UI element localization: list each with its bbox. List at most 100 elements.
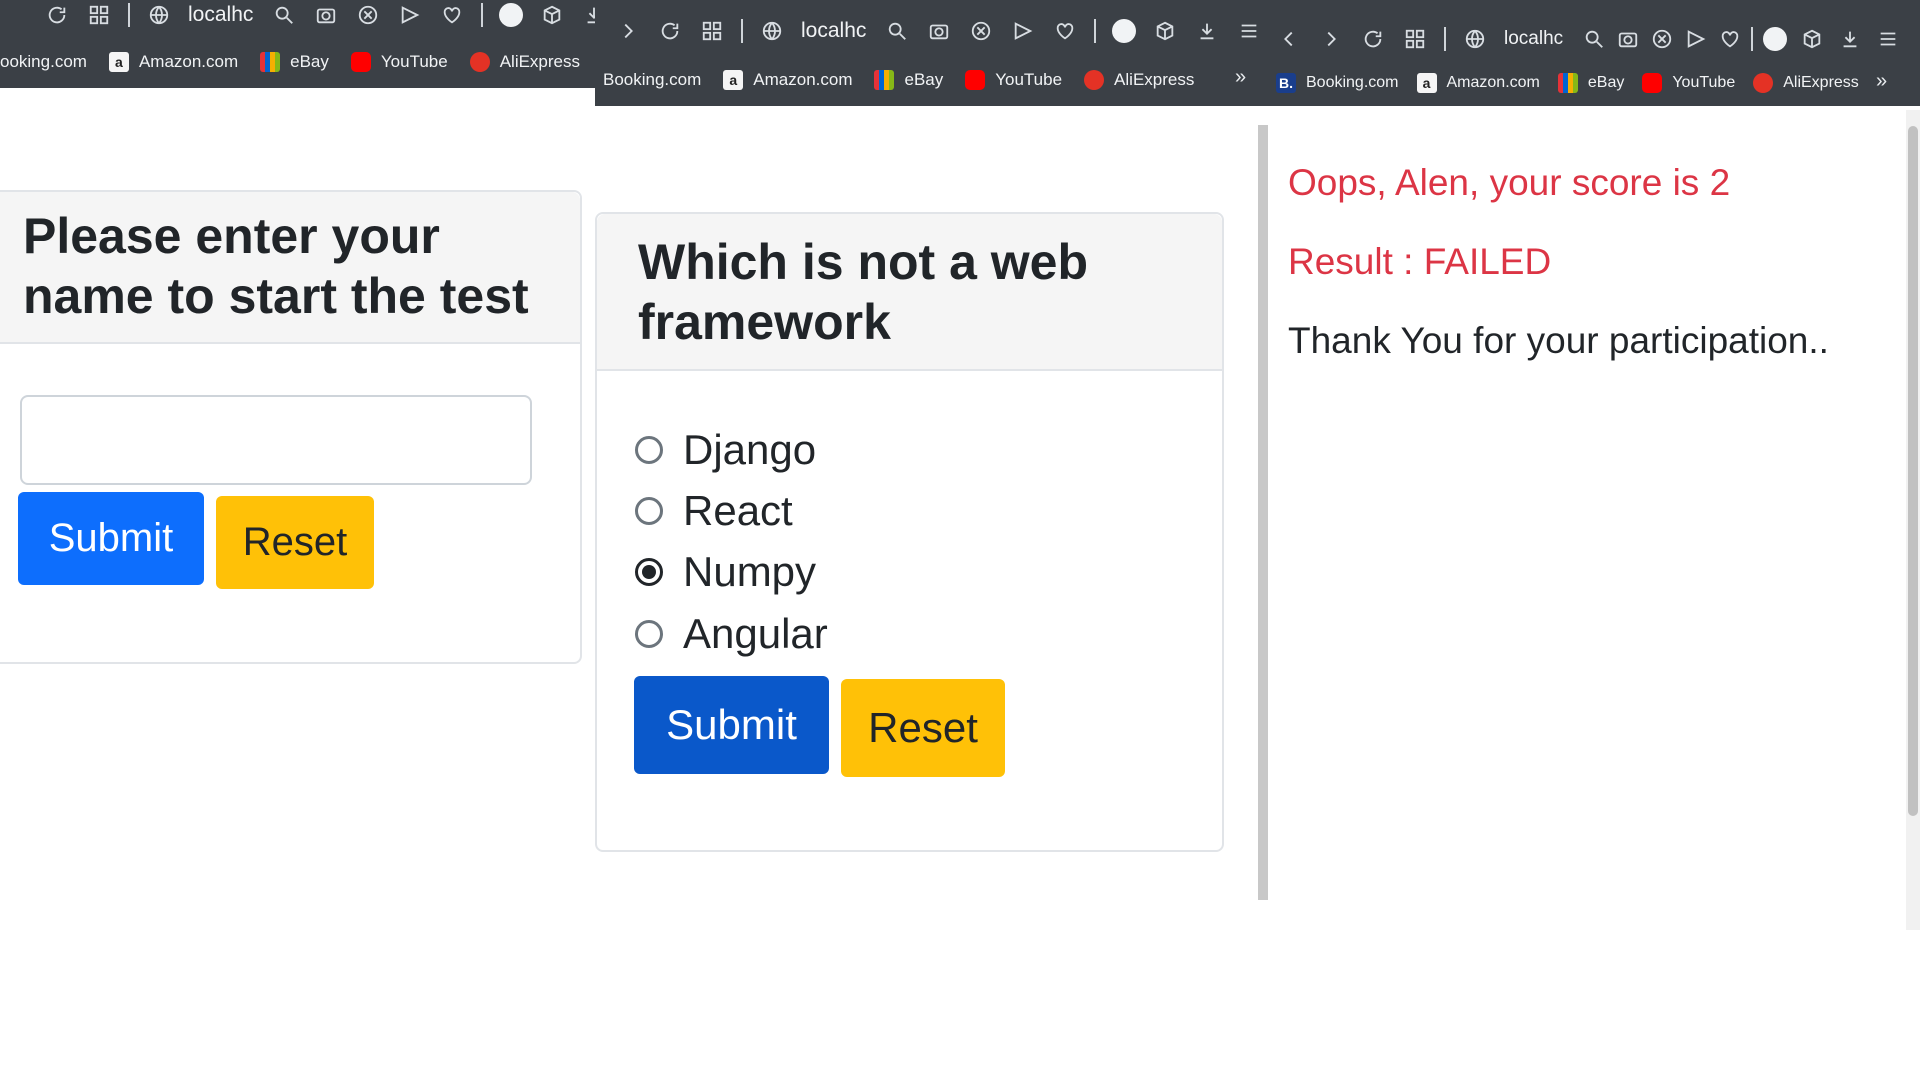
address-bar[interactable]: localhc [188, 3, 253, 27]
toolbar-separator [1751, 27, 1754, 51]
vpn-icon[interactable] [1763, 27, 1788, 51]
option-angular[interactable]: Angular [635, 610, 828, 658]
ebay-icon [874, 70, 895, 90]
camera-icon[interactable] [1615, 26, 1641, 52]
option-react[interactable]: React [635, 487, 793, 535]
question-card: Which is not a web framework Django Reac… [595, 212, 1224, 852]
address-bar[interactable]: localhc [1504, 28, 1563, 50]
ebay-icon [260, 52, 281, 72]
browser-window-question: localhc Booking.com a Amazon.com eBay You… [595, 0, 1272, 1080]
bookmark-aliexpress[interactable]: AliExpress [1753, 73, 1859, 93]
block-icon[interactable] [968, 18, 994, 44]
card-header: Please enter your name to start the test [0, 192, 580, 344]
aliexpress-icon [1084, 70, 1105, 90]
tabs-grid-icon[interactable] [1402, 26, 1428, 52]
send-icon[interactable] [397, 2, 423, 28]
reset-button[interactable]: Reset [841, 679, 1005, 777]
radio-button[interactable] [635, 436, 663, 464]
scrollbar[interactable] [1258, 125, 1268, 900]
radio-button[interactable] [635, 497, 663, 525]
option-label: Django [683, 426, 817, 473]
reset-button[interactable]: Reset [216, 496, 374, 589]
forward-icon[interactable] [615, 18, 641, 44]
bookmark-youtube[interactable]: YouTube [965, 70, 1062, 90]
option-label: Angular [683, 610, 828, 657]
browser-window-name-entry: localhc ooking.com a Amazon.com eBay YouT… [0, 0, 595, 1080]
bookmark-amazon[interactable]: a Amazon.com [108, 52, 239, 72]
scrollbar[interactable] [1906, 110, 1920, 930]
cube-icon[interactable] [539, 2, 565, 28]
menu-icon[interactable] [1875, 26, 1901, 52]
zoom-icon[interactable] [884, 18, 910, 44]
globe-icon [1462, 26, 1488, 52]
reload-icon[interactable] [657, 18, 683, 44]
radio-button[interactable] [635, 620, 663, 648]
zoom-icon[interactable] [1581, 26, 1607, 52]
address-bar[interactable]: localhc [801, 19, 866, 43]
download-icon[interactable] [581, 2, 595, 28]
send-icon[interactable] [1010, 18, 1036, 44]
heart-icon[interactable] [1052, 18, 1078, 44]
camera-icon[interactable] [926, 18, 952, 44]
card-header: Which is not a web framework [597, 214, 1222, 371]
bookmark-amazon[interactable]: a Amazon.com [1416, 73, 1540, 93]
tabs-grid-icon[interactable] [699, 18, 725, 44]
heart-icon[interactable] [1717, 26, 1743, 52]
vpn-icon[interactable] [499, 3, 524, 27]
option-numpy[interactable]: Numpy [635, 548, 816, 596]
block-icon[interactable] [355, 2, 381, 28]
scrollbar-thumb[interactable] [1908, 126, 1918, 816]
back-icon[interactable] [1276, 26, 1302, 52]
menu-icon[interactable] [1236, 18, 1262, 44]
bookmark-aliexpress[interactable]: AliExpress [469, 52, 580, 72]
submit-button[interactable]: Submit [18, 492, 204, 585]
option-django[interactable]: Django [635, 426, 816, 474]
bookmark-ebay[interactable]: eBay [874, 70, 943, 90]
forward-icon[interactable] [1318, 26, 1344, 52]
bookmarks-bar: B. Booking.com a Amazon.com eBay YouTube A… [1272, 68, 1920, 98]
globe-icon [759, 18, 785, 44]
bookmark-booking[interactable]: ooking.com [0, 52, 87, 72]
bookmarks-bar: Booking.com a Amazon.com eBay YouTube Ali… [595, 64, 1272, 96]
more-bookmarks-icon[interactable]: » [1235, 66, 1246, 89]
radio-button-selected[interactable] [635, 558, 663, 586]
amazon-icon: a [108, 52, 129, 72]
bookmark-booking[interactable]: Booking.com [603, 70, 701, 90]
bookmark-ebay[interactable]: eBay [1557, 73, 1624, 93]
cube-icon[interactable] [1152, 18, 1178, 44]
radio-dot [642, 565, 656, 579]
amazon-icon: a [1416, 73, 1437, 93]
bookmark-label: Amazon.com [138, 52, 239, 71]
reload-icon[interactable] [44, 2, 70, 28]
browser-chrome: localhc ooking.com a Amazon.com eBay YouT… [0, 0, 595, 88]
download-icon[interactable] [1837, 26, 1863, 52]
zoom-icon[interactable] [271, 2, 297, 28]
bookmark-ebay[interactable]: eBay [260, 52, 329, 72]
send-icon[interactable] [1683, 26, 1709, 52]
submit-button[interactable]: Submit [634, 676, 829, 774]
reload-icon[interactable] [1360, 26, 1386, 52]
bookmark-label: Amazon.com [1446, 74, 1540, 91]
globe-icon [146, 2, 172, 28]
option-label: Numpy [683, 548, 817, 595]
vpn-icon[interactable] [1112, 19, 1137, 43]
bookmark-youtube[interactable]: YouTube [350, 52, 448, 72]
bookmark-label: eBay [290, 52, 329, 71]
more-bookmarks-icon[interactable]: » [1876, 70, 1887, 93]
bookmark-aliexpress[interactable]: AliExpress [1084, 70, 1194, 90]
result-status: Result : FAILED [1288, 241, 1552, 282]
tabs-grid-icon[interactable] [86, 2, 112, 28]
cube-icon[interactable] [1799, 26, 1825, 52]
bookmark-youtube[interactable]: YouTube [1642, 73, 1735, 93]
amazon-icon: a [723, 70, 744, 90]
bookmark-label: eBay [904, 70, 944, 89]
page-title: Please enter your name to start the test [23, 208, 529, 324]
browser-toolbar: localhc [595, 14, 1272, 48]
name-input[interactable] [20, 395, 532, 485]
bookmark-amazon[interactable]: a Amazon.com [723, 70, 852, 90]
block-icon[interactable] [1649, 26, 1675, 52]
camera-icon[interactable] [313, 2, 339, 28]
heart-icon[interactable] [439, 2, 465, 28]
download-icon[interactable] [1194, 18, 1220, 44]
bookmark-booking[interactable]: B. Booking.com [1276, 73, 1399, 93]
